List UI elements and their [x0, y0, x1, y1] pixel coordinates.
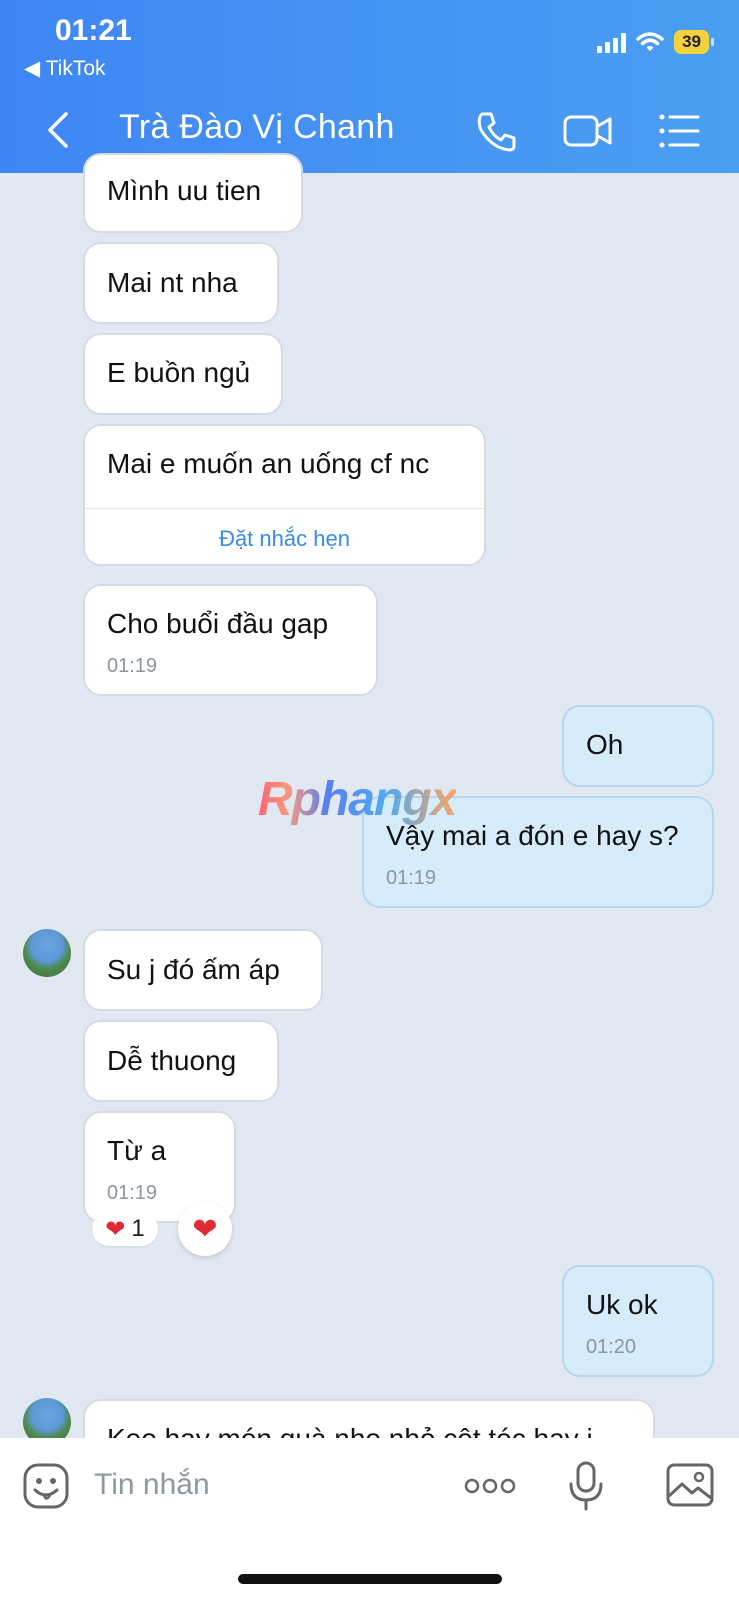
cellular-signal-icon — [597, 31, 627, 53]
back-chevron-icon[interactable] — [40, 108, 80, 152]
message-text: Từ a — [107, 1135, 167, 1166]
chat-title: Trà Đào Vị Chanh — [119, 108, 395, 146]
message-bubble[interactable]: Mai nt nha — [83, 242, 279, 324]
status-indicators: 39 — [597, 30, 714, 54]
phone-icon[interactable] — [474, 108, 520, 154]
contact-avatar[interactable] — [23, 929, 71, 977]
message-text: Su j đó ấm áp — [107, 954, 280, 985]
message-time: 01:20 — [586, 1336, 637, 1358]
reaction-count: 1 — [131, 1215, 145, 1242]
message-time: 01:19 — [107, 1182, 158, 1204]
more-dots-icon[interactable] — [464, 1476, 516, 1496]
message-bubble[interactable]: Dễ thuong — [83, 1020, 279, 1102]
sticker-icon[interactable] — [22, 1462, 70, 1510]
back-to-app-link[interactable]: ◀ TikTok — [24, 56, 106, 81]
divider — [85, 508, 484, 509]
message-text: Mai e muốn an uống cf nc — [107, 448, 430, 479]
message-text: Cho buổi đầu gap — [107, 608, 329, 639]
message-input[interactable]: Tin nhắn — [94, 1468, 210, 1502]
status-time: 01:21 — [55, 14, 132, 47]
message-time: 01:19 — [386, 867, 437, 889]
message-text: Mình uu tien — [107, 175, 262, 206]
message-text: Mai nt nha — [107, 267, 238, 298]
heart-icon: ❤ — [192, 1212, 218, 1246]
message-text: Oh — [586, 729, 624, 760]
message-bubble[interactable]: Cho buổi đầu gap 01:19 — [83, 584, 378, 696]
image-icon[interactable] — [665, 1462, 715, 1508]
video-camera-icon[interactable] — [562, 108, 614, 154]
heart-react-button[interactable]: ❤ — [178, 1202, 232, 1256]
message-time: 01:19 — [107, 655, 158, 677]
home-indicator — [238, 1574, 502, 1584]
message-bubble[interactable]: Mình uu tien — [83, 153, 303, 233]
message-bubble-with-action[interactable]: Mai e muốn an uống cf nc Đặt nhắc hẹn — [83, 424, 486, 566]
list-icon[interactable] — [657, 108, 703, 154]
message-bubble-outgoing[interactable]: Uk ok 01:20 — [562, 1265, 714, 1377]
message-bubble-outgoing[interactable]: Oh — [562, 705, 714, 787]
message-text: Uk ok — [586, 1289, 658, 1320]
message-input-bar: Tin nhắn — [0, 1438, 739, 1600]
set-reminder-link[interactable]: Đặt nhắc hẹn — [85, 528, 484, 550]
message-bubble[interactable]: E buồn ngủ — [83, 333, 283, 415]
wifi-icon — [636, 32, 664, 51]
message-text: E buồn ngủ — [107, 357, 251, 388]
battery-indicator: 39 — [674, 30, 714, 54]
chat-header: 01:21 ◀ TikTok 39 Trà Đào Vị Chanh — [0, 0, 739, 173]
message-bubble[interactable]: Su j đó ấm áp — [83, 929, 323, 1011]
reaction-summary[interactable]: ❤ 1 — [92, 1212, 158, 1246]
watermark: Rphangx — [258, 773, 457, 826]
heart-icon: ❤ — [105, 1215, 126, 1243]
message-text: Dễ thuong — [107, 1045, 237, 1076]
microphone-icon[interactable] — [566, 1460, 606, 1512]
